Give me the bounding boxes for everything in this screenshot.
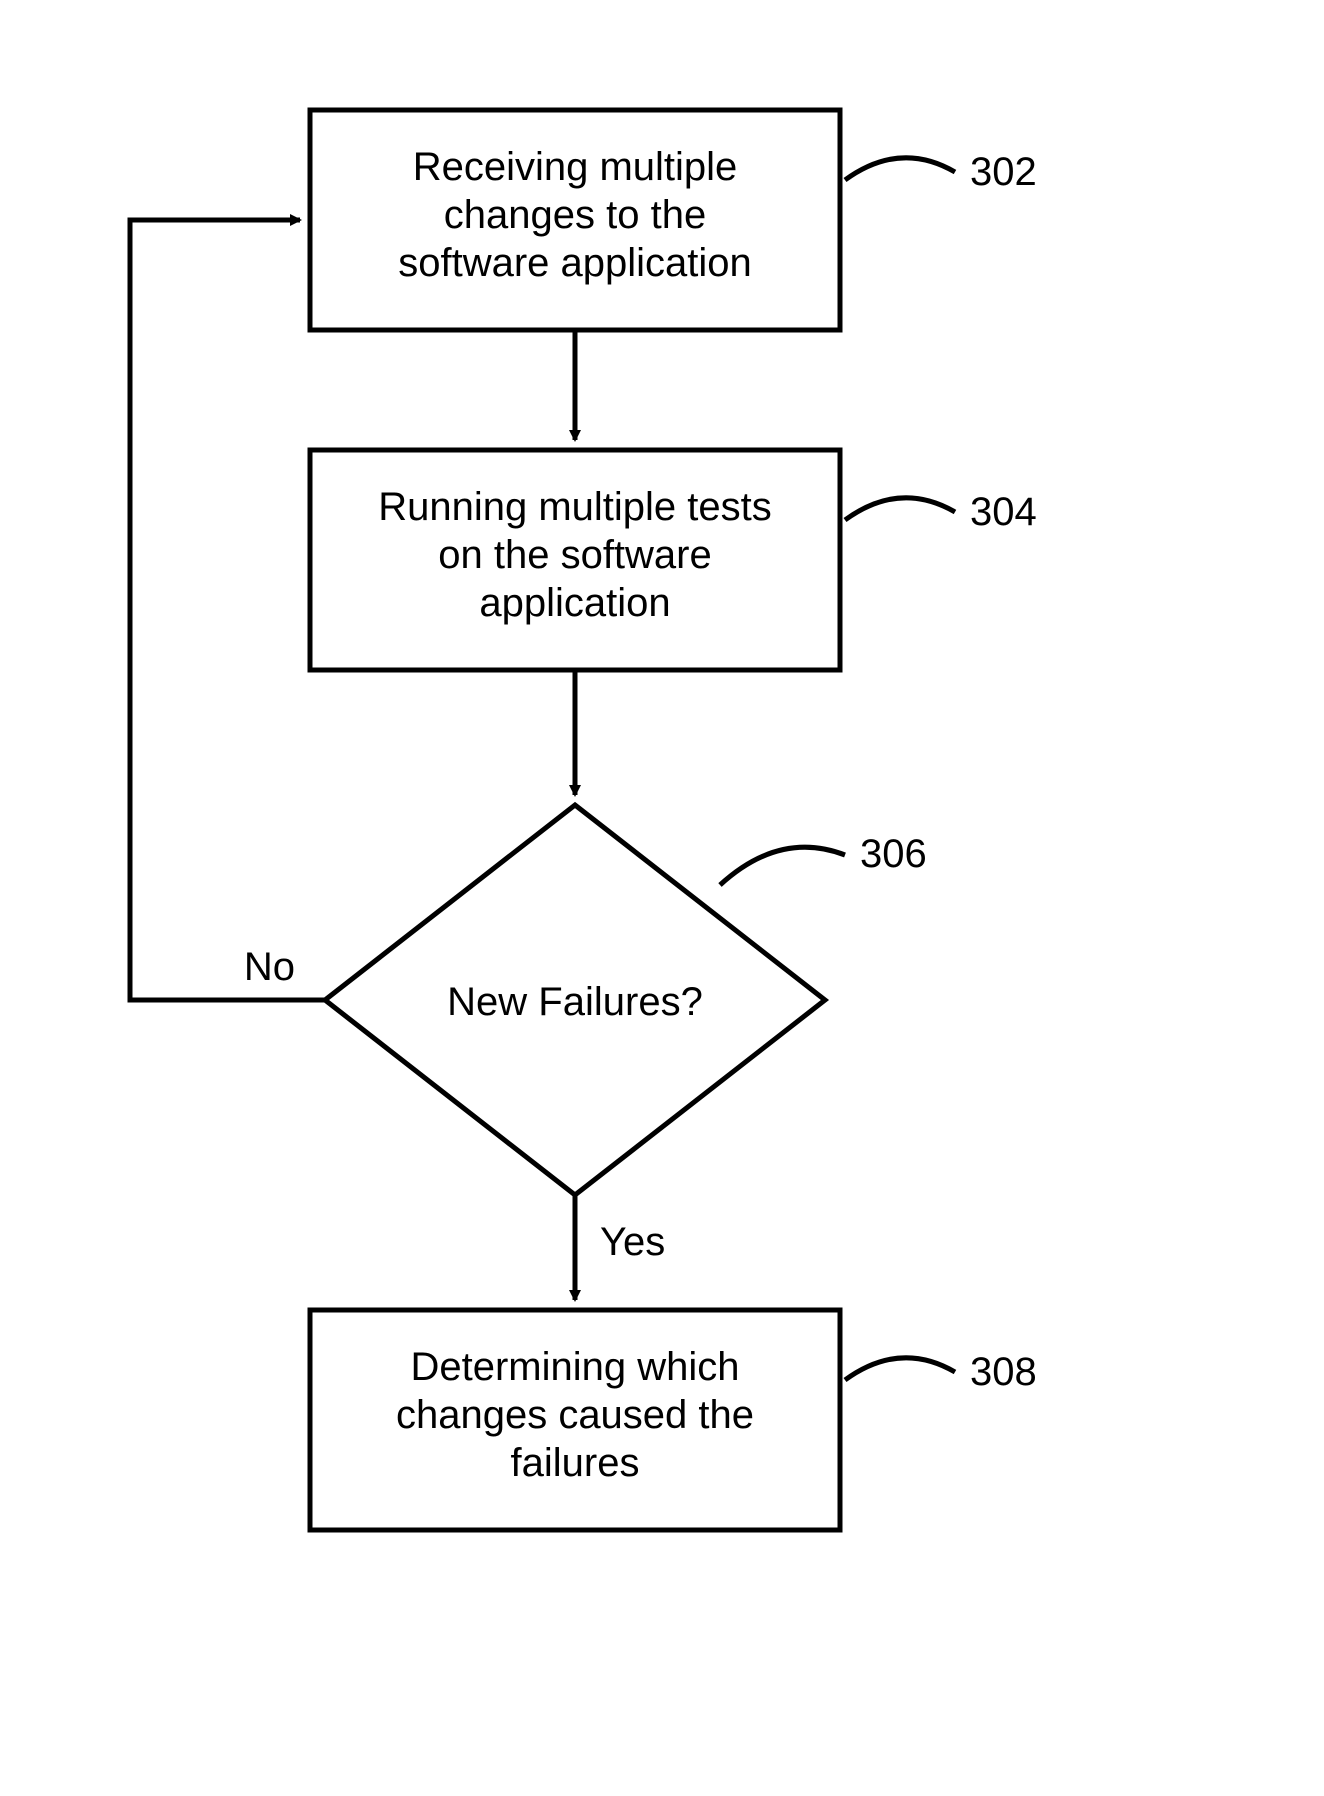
branch-yes-label: Yes: [600, 1220, 665, 1264]
ref-304-label: 304: [970, 490, 1037, 534]
ref-306: 306: [720, 832, 927, 885]
ref-308: 308: [845, 1350, 1037, 1394]
box3-line3: failures: [511, 1441, 640, 1485]
process-box-determining-changes: Determining which changes caused the fai…: [310, 1310, 840, 1530]
branch-yes: Yes: [575, 1195, 665, 1300]
ref-308-label: 308: [970, 1350, 1037, 1394]
process-box-running-tests: Running multiple tests on the software a…: [310, 450, 840, 670]
ref-304: 304: [845, 490, 1037, 534]
ref-306-label: 306: [860, 832, 927, 876]
box1-line2: changes to the: [444, 193, 706, 237]
box2-line1: Running multiple tests: [378, 485, 772, 529]
branch-no: No: [130, 220, 325, 1000]
flowchart-diagram: Receiving multiple changes to the softwa…: [0, 0, 1324, 1796]
box2-line3: application: [479, 581, 670, 625]
decision-text: New Failures?: [447, 980, 703, 1024]
box1-line3: software application: [398, 241, 752, 285]
box3-line1: Determining which: [410, 1345, 739, 1389]
ref-302: 302: [845, 150, 1037, 194]
box3-line2: changes caused the: [396, 1393, 754, 1437]
box1-line1: Receiving multiple: [413, 145, 738, 189]
ref-302-label: 302: [970, 150, 1037, 194]
branch-no-label: No: [244, 945, 295, 989]
box2-line2: on the software: [438, 533, 712, 577]
process-box-receiving-changes: Receiving multiple changes to the softwa…: [310, 110, 840, 330]
